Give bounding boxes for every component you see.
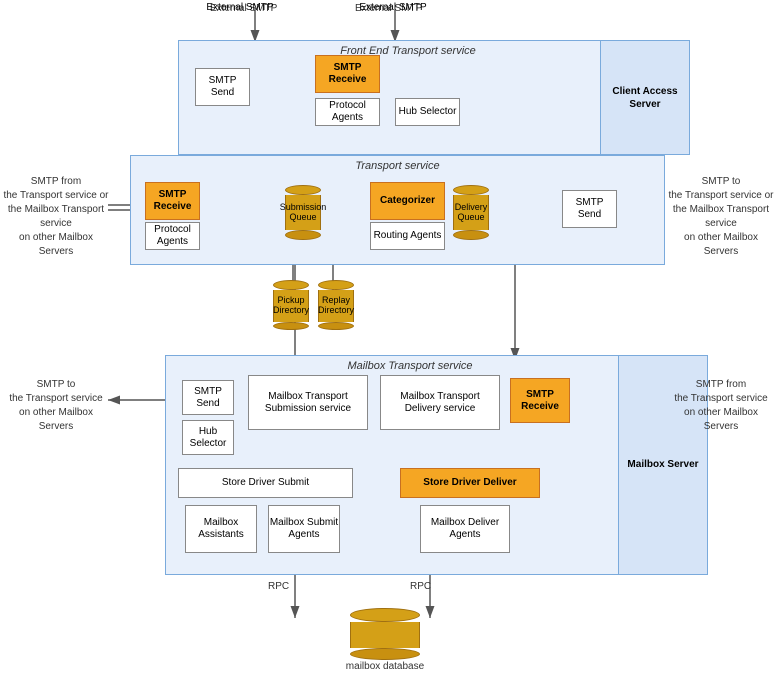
delivery-cylinder-top — [453, 185, 489, 195]
smtp-from-right-label: SMTP fromthe Transport serviceon other M… — [666, 378, 776, 434]
smtp-send-frontend-box: SMTP Send — [195, 68, 250, 106]
smtp-receive-frontend-box: SMTP Receive — [315, 55, 380, 93]
replay-bottom — [318, 322, 354, 330]
ext-smtp-left: External SMTP — [205, 2, 275, 13]
client-access-server-box: Client Access Server — [600, 40, 690, 155]
protocol-agents-frontend-box: Protocol Agents — [315, 98, 380, 126]
hub-selector-frontend-box: Hub Selector — [395, 98, 460, 126]
mailbox-submit-agents-box: Mailbox Submit Agents — [268, 505, 340, 553]
hub-selector-mailbox-box: Hub Selector — [182, 420, 234, 455]
delivery-cylinder-body: Delivery Queue — [453, 195, 489, 230]
smtp-receive-transport-box: SMTP Receive — [145, 182, 200, 220]
mailbox-database-cylinder — [345, 608, 425, 660]
smtp-to-right-label: SMTP tothe Transport service orthe Mailb… — [666, 175, 776, 259]
store-driver-submit-box: Store Driver Submit — [178, 468, 353, 498]
smtp-send-transport-box: SMTP Send — [562, 190, 617, 228]
submission-queue-cylinder: Submission Queue — [282, 185, 324, 240]
protocol-agents-transport-box: Protocol Agents — [145, 222, 200, 250]
mailbox-deliver-agents-box: Mailbox Deliver Agents — [420, 505, 510, 553]
replay-directory-cylinder: Replay Directory — [315, 280, 357, 330]
smtp-from-left-label: SMTP fromthe Transport service orthe Mai… — [2, 175, 110, 259]
diagram: External SMTP External SMTP Front End Tr… — [0, 0, 778, 663]
smtp-send-mailbox-box: SMTP Send — [182, 380, 234, 415]
smtp-receive-mailbox-box: SMTP Receive — [510, 378, 570, 423]
smtp-to-left-label: SMTP tothe Transport serviceon other Mai… — [2, 378, 110, 434]
mailbox-assistants-box: Mailbox Assistants — [185, 505, 257, 553]
mailbox-transport-delivery-box: Mailbox Transport Delivery service — [380, 375, 500, 430]
routing-agents-box: Routing Agents — [370, 222, 445, 250]
db-body — [350, 622, 420, 648]
pickup-directory-cylinder: Pickup Directory — [270, 280, 312, 330]
pickup-body: Pickup Directory — [273, 290, 309, 322]
store-driver-deliver-box: Store Driver Deliver — [400, 468, 540, 498]
cylinder-top — [285, 185, 321, 195]
pickup-bottom — [273, 322, 309, 330]
transport-label: Transport service — [355, 160, 439, 172]
rpc-left-label: RPC — [268, 580, 289, 593]
pickup-top — [273, 280, 309, 290]
categorizer-box: Categorizer — [370, 182, 445, 220]
replay-body: Replay Directory — [318, 290, 354, 322]
delivery-cylinder-bottom — [453, 230, 489, 240]
rpc-right-label: RPC — [410, 580, 431, 593]
db-top — [350, 608, 420, 622]
delivery-queue-cylinder: Delivery Queue — [450, 185, 492, 240]
mailbox-transport-submission-box: Mailbox Transport Submission service — [248, 375, 368, 430]
mailbox-database-label: mailbox database — [345, 660, 425, 673]
cylinder-bottom — [285, 230, 321, 240]
db-bottom — [350, 648, 420, 660]
cylinder-body: Submission Queue — [285, 195, 321, 230]
replay-top — [318, 280, 354, 290]
mailbox-transport-label: Mailbox Transport service — [347, 360, 472, 372]
ext-smtp-right: External SMTP — [358, 2, 428, 13]
